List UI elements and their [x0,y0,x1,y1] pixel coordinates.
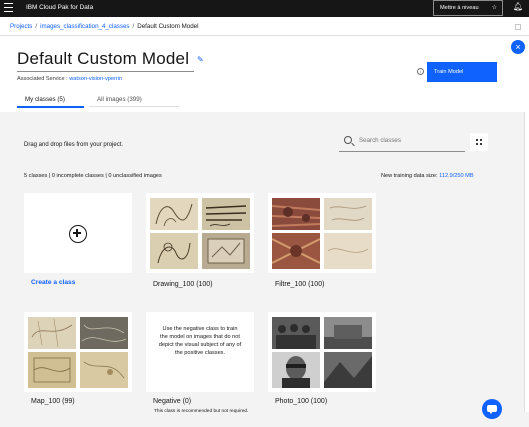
class-thumbnail [272,198,320,230]
negative-class-description: Use the negative class to train the mode… [158,326,242,356]
create-class-link[interactable]: Create a class [31,279,75,286]
search-classes-input[interactable] [359,137,459,144]
class-thumbnail [150,198,198,230]
class-thumbnail [80,352,128,388]
hamburger-menu-icon[interactable] [4,3,13,13]
breadcrumb: Projects / images_classification_4_classes… [0,17,529,36]
search-icon [344,136,352,144]
upgrade-button-label: Mettre à niveau [440,5,479,11]
class-thumbnail [80,317,128,349]
close-icon[interactable]: × [511,40,525,54]
class-thumbnail [272,352,320,388]
class-thumbnail [324,352,372,388]
side-panel-edge [524,112,529,412]
class-name-label[interactable]: Negative (0) [153,398,191,405]
class-thumbnail [272,317,320,349]
train-model-button[interactable]: Train Model [427,62,497,82]
negative-class-note: This class is recommended but not requir… [154,409,249,414]
class-thumbnail [202,198,250,230]
class-card-filtre[interactable] [268,193,376,273]
tab-all-images[interactable]: All images (399) [89,94,179,107]
panel-toggle-icon[interactable] [515,24,521,30]
class-thumbnail [202,233,250,269]
breadcrumb-projects[interactable]: Projects [10,23,32,30]
class-name-label[interactable]: Photo_100 (100) [275,398,327,405]
class-thumbnail [324,198,372,230]
tab-my-classes[interactable]: My classes (5) [17,94,84,108]
add-circle-icon [69,225,87,243]
edit-pencil-icon[interactable]: ✎ [197,55,204,64]
class-thumbnail [150,233,198,269]
class-card-photo[interactable] [268,312,376,392]
breadcrumb-separator: / [35,23,38,30]
class-thumbnail [324,317,372,349]
class-summary: 5 classes | 0 incomplete classes | 0 unc… [24,173,162,179]
associated-service: Associated Service : watson-vision-vperr… [17,76,122,82]
class-name-label[interactable]: Filtre_100 (100) [275,281,324,288]
associated-service-link[interactable]: watson-vision-vperrin [69,76,122,82]
training-data-size-value: 112.9/250 MB [439,173,474,179]
product-brand[interactable]: IBM Cloud Pak for Data [26,3,93,13]
class-thumbnail [272,233,320,269]
class-thumbnail [28,317,76,349]
top-navigation-bar: IBM Cloud Pak for Data Mettre à niveau ☆… [0,0,529,17]
create-class-card[interactable] [24,193,132,273]
training-data-size-label: New training data size: [381,173,438,179]
notification-bell-icon[interactable]: 🔔︎ [513,2,523,11]
drag-drop-hint: Drag and drop files from your project. [24,142,124,148]
info-icon[interactable]: i [417,68,424,75]
training-data-size: New training data size: 112.9/250 MB [381,173,474,179]
class-thumbnail [28,352,76,388]
chat-icon[interactable] [482,399,502,419]
search-box [339,132,465,152]
class-name-label[interactable]: Map_100 (99) [31,398,75,405]
breadcrumb-current: Default Custom Model [137,23,199,30]
star-icon: ☆ [491,5,497,11]
class-thumbnail [324,233,372,269]
class-name-label[interactable]: Drawing_100 (100) [153,281,213,288]
associated-service-label: Associated Service : [17,76,68,82]
breadcrumb-project[interactable]: images_classification_4_classes [40,23,129,30]
class-card-map[interactable] [24,312,132,392]
grid-view-icon[interactable] [470,133,488,151]
upgrade-button[interactable]: Mettre à niveau ☆ [433,0,503,16]
breadcrumb-separator: / [132,23,135,30]
page-title[interactable]: Default Custom Model [17,49,194,72]
model-header: Default Custom Model ✎ Associated Servic… [0,36,529,112]
class-card-drawing[interactable] [146,193,254,273]
